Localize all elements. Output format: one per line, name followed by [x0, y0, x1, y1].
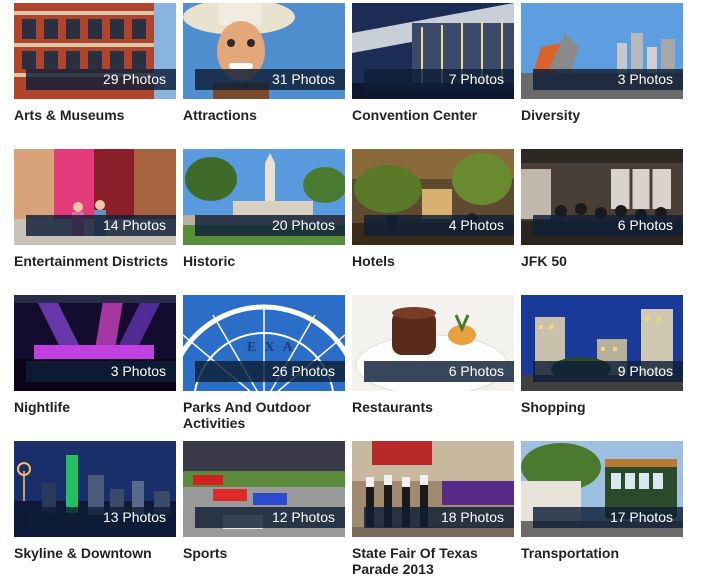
ferris-wheel-letters: EXA — [247, 340, 301, 355]
category-card-shopping[interactable]: 9 Photos Shopping — [521, 295, 683, 415]
category-card-parks-outdoor[interactable]: EXA 26 Photos Parks And Outdoor Activiti… — [183, 295, 345, 431]
category-card-historic[interactable]: 20 Photos Historic — [183, 149, 345, 269]
category-card-arts-museums[interactable]: 29 Photos Arts & Museums — [14, 3, 176, 123]
photo-count-badge: 17 Photos — [533, 507, 683, 528]
category-title[interactable]: Arts & Museums — [14, 107, 176, 123]
category-title[interactable]: Restaurants — [352, 399, 514, 415]
category-title[interactable]: Transportation — [521, 545, 683, 561]
photo-count-badge: 4 Photos — [364, 215, 514, 236]
category-card-diversity[interactable]: 3 Photos Diversity — [521, 3, 683, 123]
category-title[interactable]: Historic — [183, 253, 345, 269]
category-thumbnail[interactable]: 18 Photos — [352, 441, 514, 537]
category-card-sports[interactable]: 12 Photos Sports — [183, 441, 345, 561]
photo-count-badge: 3 Photos — [533, 69, 683, 90]
category-thumbnail[interactable]: 29 Photos — [14, 3, 176, 99]
category-thumbnail[interactable]: 6 Photos — [352, 295, 514, 391]
category-card-transportation[interactable]: 17 Photos Transportation — [521, 441, 683, 561]
category-thumbnail[interactable]: 4 Photos — [352, 149, 514, 245]
photo-category-grid: 29 Photos Arts & Museums 31 Photos Attra… — [0, 0, 702, 588]
category-thumbnail[interactable]: 20 Photos — [183, 149, 345, 245]
category-title[interactable]: State Fair Of Texas Parade 2013 — [352, 545, 514, 577]
category-card-attractions[interactable]: 31 Photos Attractions — [183, 3, 345, 123]
category-title[interactable]: Sports — [183, 545, 345, 561]
photo-count-badge: 6 Photos — [533, 215, 683, 236]
category-card-convention-center[interactable]: 7 Photos Convention Center — [352, 3, 514, 123]
category-title[interactable]: Entertainment Districts — [14, 253, 176, 269]
photo-count-badge: 26 Photos — [195, 361, 345, 382]
photo-count-badge: 29 Photos — [26, 69, 176, 90]
photo-count-badge: 6 Photos — [364, 361, 514, 382]
photo-count-badge: 13 Photos — [26, 507, 176, 528]
category-card-state-fair-parade[interactable]: 18 Photos State Fair Of Texas Parade 201… — [352, 441, 514, 577]
category-card-skyline-downtown[interactable]: 13 Photos Skyline & Downtown — [14, 441, 176, 561]
category-thumbnail[interactable]: 3 Photos — [521, 3, 683, 99]
category-thumbnail[interactable]: 12 Photos — [183, 441, 345, 537]
category-title[interactable]: Skyline & Downtown — [14, 545, 176, 561]
category-thumbnail[interactable]: 31 Photos — [183, 3, 345, 99]
category-title[interactable]: JFK 50 — [521, 253, 683, 269]
category-title[interactable]: Parks And Outdoor Activities — [183, 399, 345, 431]
category-card-restaurants[interactable]: 6 Photos Restaurants — [352, 295, 514, 415]
category-title[interactable]: Shopping — [521, 399, 683, 415]
category-thumbnail[interactable]: 14 Photos — [14, 149, 176, 245]
category-thumbnail[interactable]: 3 Photos — [14, 295, 176, 391]
category-title[interactable]: Convention Center — [352, 107, 514, 123]
photo-count-badge: 20 Photos — [195, 215, 345, 236]
category-card-jfk-50[interactable]: 6 Photos JFK 50 — [521, 149, 683, 269]
category-thumbnail[interactable]: 6 Photos — [521, 149, 683, 245]
category-title[interactable]: Diversity — [521, 107, 683, 123]
category-thumbnail[interactable]: 9 Photos — [521, 295, 683, 391]
category-title[interactable]: Attractions — [183, 107, 345, 123]
category-card-entertainment-districts[interactable]: 14 Photos Entertainment Districts — [14, 149, 176, 269]
photo-count-badge: 3 Photos — [26, 361, 176, 382]
category-thumbnail[interactable]: EXA 26 Photos — [183, 295, 345, 391]
photo-count-badge: 31 Photos — [195, 69, 345, 90]
category-thumbnail[interactable]: 7 Photos — [352, 3, 514, 99]
category-title[interactable]: Hotels — [352, 253, 514, 269]
photo-count-badge: 9 Photos — [533, 361, 683, 382]
photo-count-badge: 18 Photos — [364, 507, 514, 528]
category-thumbnail[interactable]: 13 Photos — [14, 441, 176, 537]
photo-count-badge: 14 Photos — [26, 215, 176, 236]
category-card-nightlife[interactable]: 3 Photos Nightlife — [14, 295, 176, 415]
photo-count-badge: 7 Photos — [364, 69, 514, 90]
category-card-hotels[interactable]: 4 Photos Hotels — [352, 149, 514, 269]
photo-count-badge: 12 Photos — [195, 507, 345, 528]
category-title[interactable]: Nightlife — [14, 399, 176, 415]
category-thumbnail[interactable]: 17 Photos — [521, 441, 683, 537]
